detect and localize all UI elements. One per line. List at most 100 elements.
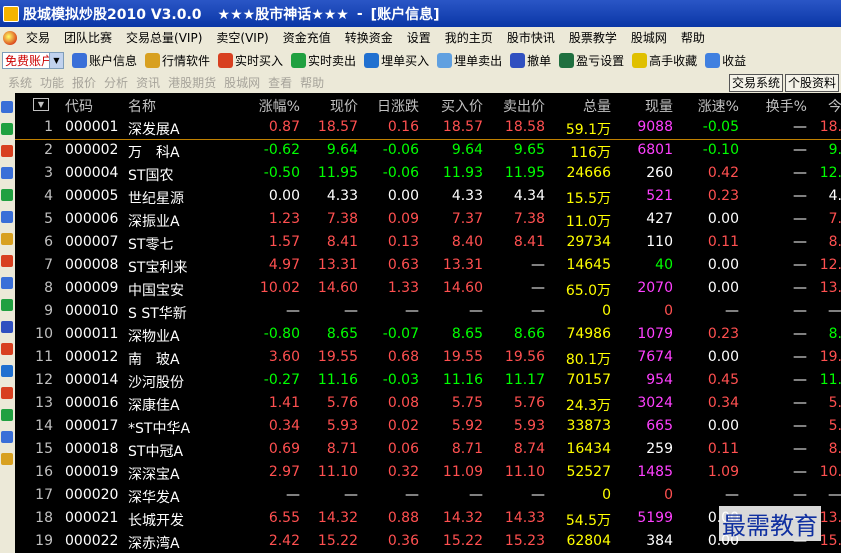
toolbar-button-0[interactable]: 账户信息: [72, 52, 137, 69]
secondary-menu-item-0[interactable]: 系统: [0, 74, 32, 91]
secondary-menu-item-1[interactable]: 功能: [32, 74, 64, 91]
sort-toggle-icon[interactable]: ▼: [33, 98, 49, 111]
column-header-8[interactable]: 现量: [645, 96, 673, 116]
toolbar-button-6[interactable]: 撤单: [510, 52, 551, 69]
menu-item-10[interactable]: 股城网: [624, 29, 674, 46]
table-row[interactable]: 15 000018 ST中冠A 0.69 8.71 0.06 8.71 8.74 16434 25…: [15, 438, 841, 461]
table-row[interactable]: 9 000010 S ST华新 — — — — — 0 0 — — —: [15, 300, 841, 323]
toolbar-button-7[interactable]: 盈亏设置: [559, 52, 624, 69]
secondary-menu-item-5[interactable]: 港股期货: [160, 74, 216, 91]
secondary-menu-item-6[interactable]: 股城网: [216, 74, 260, 91]
cell-name: 深深宝A: [128, 467, 180, 483]
column-header-6[interactable]: 卖出价: [503, 96, 545, 116]
table-row[interactable]: 19 000022 深赤湾A 2.42 15.22 0.36 15.22 15.23 62804…: [15, 530, 841, 553]
menu-item-1[interactable]: 团队比赛: [57, 29, 119, 46]
cell-bid: 11.93: [442, 165, 483, 181]
cell-vol: 80.1万: [565, 352, 611, 368]
sidebar-tool-icon[interactable]: [1, 387, 13, 399]
cell-cur_vol: 6801: [637, 142, 673, 158]
table-row[interactable]: 13 000016 深康佳A 1.41 5.76 0.08 5.75 5.76 24.3万 302…: [15, 392, 841, 415]
table-row[interactable]: 11 000012 南 玻A 3.60 19.55 0.68 19.55 19.56 80.1万…: [15, 346, 841, 369]
table-row[interactable]: 6 000007 ST零七 1.57 8.41 0.13 8.40 8.41 29734 110 0…: [15, 231, 841, 254]
table-row[interactable]: 8 000009 中国宝安 10.02 14.60 1.33 14.60 — 65.0万 2070…: [15, 277, 841, 300]
toolbar-button-1[interactable]: 行情软件: [145, 52, 210, 69]
cell-open: 11.: [819, 372, 841, 388]
sidebar-tool-icon[interactable]: [1, 167, 13, 179]
table-row[interactable]: 14 000017 *ST中华A 0.34 5.93 0.02 5.92 5.93 33873 6…: [15, 415, 841, 438]
column-header-1[interactable]: 名称: [128, 96, 156, 116]
cell-ask: 14.33: [504, 510, 545, 526]
menu-item-5[interactable]: 转换资金: [338, 29, 400, 46]
sidebar-tool-icon[interactable]: [1, 299, 13, 311]
menu-item-3[interactable]: 卖空(VIP): [209, 29, 275, 46]
secondary-menu-item-7[interactable]: 查看: [260, 74, 292, 91]
sidebar-tool-icon[interactable]: [1, 431, 13, 443]
toolbar-button-3[interactable]: 实时卖出: [291, 52, 356, 69]
menu-item-8[interactable]: 股市快讯: [500, 29, 562, 46]
cell-price: 5.76: [326, 395, 358, 411]
cell-speed: 0.00: [707, 211, 739, 227]
menu-item-0[interactable]: 交易: [19, 29, 57, 46]
menu-item-2[interactable]: 交易总量(VIP): [119, 29, 209, 46]
column-header-10[interactable]: 换手%: [766, 96, 807, 116]
secondary-menu-item-2[interactable]: 报价: [64, 74, 96, 91]
menu-item-7[interactable]: 我的主页: [438, 29, 500, 46]
secondary-menu-item-3[interactable]: 分析: [96, 74, 128, 91]
column-header-3[interactable]: 现价: [330, 96, 358, 116]
sidebar-tool-icon[interactable]: [1, 233, 13, 245]
table-row[interactable]: 5 000006 深振业A 1.23 7.38 0.09 7.37 7.38 11.0万 427 0…: [15, 208, 841, 231]
column-header-0[interactable]: 代码: [65, 96, 93, 116]
toolbar-button-8[interactable]: 高手收藏: [632, 52, 697, 69]
menu-item-9[interactable]: 股票教学: [562, 29, 624, 46]
table-row[interactable]: 17 000020 深华发A — — — — — 0 0 — — —: [15, 484, 841, 507]
toolbar-button-9[interactable]: 收益: [705, 52, 746, 69]
table-row[interactable]: 3 000004 ST国农 -0.50 11.95 -0.06 11.93 11.95 2466…: [15, 162, 841, 185]
sidebar-tool-icon[interactable]: [1, 277, 13, 289]
sidebar-tool-icon[interactable]: [1, 189, 13, 201]
cell-vol: 65.0万: [565, 283, 611, 299]
account-select[interactable]: 免费账户 ▼: [2, 51, 64, 69]
cell-bid: 11.09: [442, 464, 483, 480]
toolbar-button-4[interactable]: 埋单买入: [364, 52, 429, 69]
toolbar-button-5[interactable]: 埋单卖出: [437, 52, 502, 69]
menu-item-4[interactable]: 资金充值: [276, 29, 338, 46]
secondary-button-0[interactable]: 交易系统: [728, 73, 783, 92]
table-row[interactable]: 12 000014 沙河股份 -0.27 11.16 -0.03 11.16 11.17 701…: [15, 369, 841, 392]
row-number: 5: [44, 211, 53, 227]
table-row[interactable]: 4 000005 世纪星源 0.00 4.33 0.00 4.33 4.34 15.5万 521 0…: [15, 185, 841, 208]
table-row[interactable]: 7 000008 ST宝利来 4.97 13.31 0.63 13.31 — 14645 40 0.…: [15, 254, 841, 277]
sidebar-tool-icon[interactable]: [1, 101, 13, 113]
sidebar-tool-icon[interactable]: [1, 365, 13, 377]
cell-vol: 59.1万: [565, 122, 611, 138]
table-row[interactable]: 18 000021 长城开发 6.55 14.32 0.88 14.32 14.33 54.5万…: [15, 507, 841, 530]
table-row[interactable]: 16 000019 深深宝A 2.97 11.10 0.32 11.09 11.10 52527…: [15, 461, 841, 484]
column-header-11[interactable]: 今: [828, 96, 841, 116]
sidebar-tool-icon[interactable]: [1, 255, 13, 267]
table-row[interactable]: 10 000011 深物业A -0.80 8.65 -0.07 8.65 8.66 74986 1…: [15, 323, 841, 346]
table-row[interactable]: 2 000002 万 科A -0.62 9.64 -0.06 9.64 9.65 116万 680…: [15, 139, 841, 162]
menu-item-6[interactable]: 设置: [400, 29, 438, 46]
cell-bid: 19.55: [442, 349, 483, 365]
section-title: [账户信息]: [370, 6, 440, 23]
sidebar-tool-icon[interactable]: [1, 123, 13, 135]
cell-open: 10.: [819, 464, 841, 480]
secondary-menu-item-4[interactable]: 资讯: [128, 74, 160, 91]
menu-item-11[interactable]: 帮助: [674, 29, 712, 46]
sidebar-tool-icon[interactable]: [1, 453, 13, 465]
sidebar-tool-icon[interactable]: [1, 321, 13, 333]
table-row[interactable]: 1 000001 深发展A 0.87 18.57 0.16 18.57 18.58 59.1万 9…: [15, 116, 841, 140]
sidebar-tool-icon[interactable]: [1, 343, 13, 355]
column-header-2[interactable]: 涨幅%: [259, 96, 300, 116]
column-header-9[interactable]: 涨速%: [698, 96, 739, 116]
cell-open: 8.: [828, 326, 841, 342]
sidebar-tool-icon[interactable]: [1, 409, 13, 421]
column-header-4[interactable]: 日涨跌: [377, 96, 419, 116]
toolbar-button-2[interactable]: 实时买入: [218, 52, 283, 69]
secondary-menu-item-8[interactable]: 帮助: [292, 74, 324, 91]
chevron-down-icon[interactable]: ▼: [49, 52, 63, 68]
secondary-button-1[interactable]: 个股资料: [784, 73, 839, 92]
column-header-5[interactable]: 买入价: [441, 96, 483, 116]
sidebar-tool-icon[interactable]: [1, 211, 13, 223]
column-header-7[interactable]: 总量: [583, 96, 611, 116]
sidebar-tool-icon[interactable]: [1, 145, 13, 157]
